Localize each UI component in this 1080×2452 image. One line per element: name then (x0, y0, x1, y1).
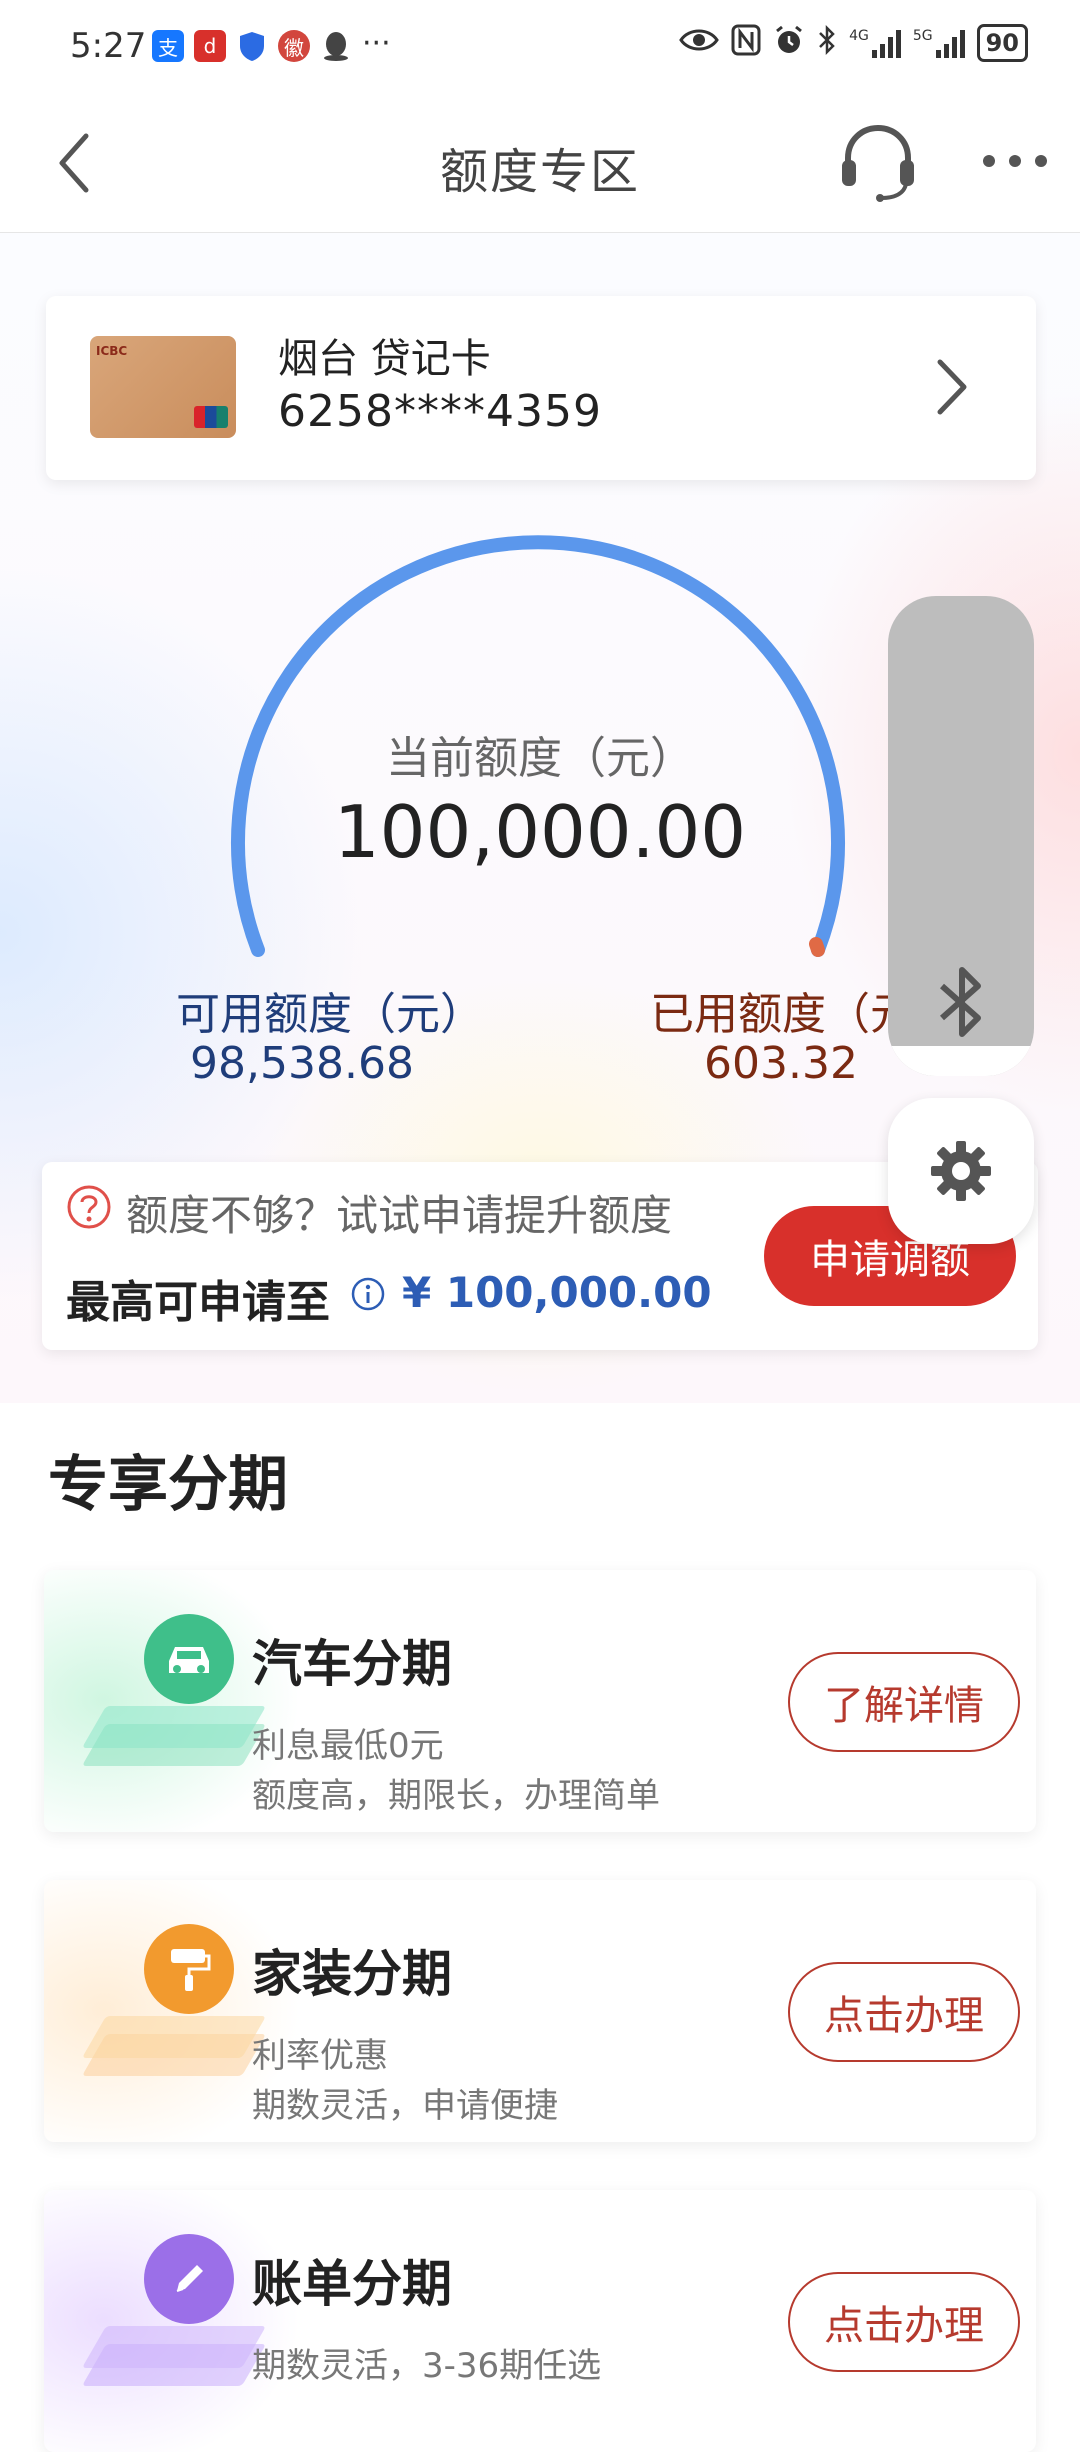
promo-plate (81, 1706, 267, 1748)
battery-icon: 90 (976, 24, 1028, 62)
promo-card-bill[interactable]: 账单分期 期数灵活，3-36期任选 点击办理 (44, 2190, 1036, 2452)
promo-icon-circle (144, 2234, 234, 2324)
info-icon[interactable] (350, 1276, 386, 1312)
icbc-logo: ICBC (96, 344, 128, 358)
status-time: 5:27 (70, 26, 147, 66)
more-icon[interactable] (980, 144, 1050, 178)
signal-icon: 5G (913, 28, 965, 58)
bluetooth-icon (817, 24, 837, 62)
signal-icon: 4G (849, 28, 901, 58)
promo-subtitle: 利息最低0元 (252, 1726, 444, 1766)
gear-icon (931, 1141, 991, 1201)
nfc-icon (731, 24, 761, 62)
promo-illustration (81, 1924, 267, 2094)
promo-button[interactable]: 点击办理 (788, 2272, 1020, 2372)
promo-icon-circle (144, 1614, 234, 1704)
paint-roller-icon (171, 1949, 211, 1991)
promo-card-car[interactable]: 汽车分期 利息最低0元 额度高，期限长，办理简单 了解详情 (44, 1570, 1036, 1832)
chevron-right-icon (932, 352, 972, 422)
promo-title: 家装分期 (252, 1945, 452, 2003)
app-icon: 徽 (278, 30, 310, 62)
promo-title: 账单分期 (252, 2255, 452, 2313)
promo-icon-circle (144, 1924, 234, 2014)
promo-subtitle: 利率优惠 (252, 2036, 388, 2076)
eye-icon (679, 26, 719, 60)
section-title: 专享分期 (48, 1450, 288, 1520)
promo-button[interactable]: 点击办理 (788, 1962, 1020, 2062)
question-icon (66, 1184, 112, 1230)
alarm-icon (773, 24, 805, 62)
promo-plate (81, 2326, 267, 2368)
gauge-used-segment (809, 937, 825, 957)
raise-limit-hint: 额度不够？试试申请提升额度 (126, 1191, 673, 1240)
promo-button[interactable]: 了解详情 (788, 1652, 1020, 1752)
used-limit-value: 603.32 (704, 1038, 858, 1089)
pen-icon (176, 2265, 203, 2292)
network-type-1: 4G (849, 28, 869, 44)
headset-icon[interactable] (838, 122, 918, 202)
promo-illustration (81, 1614, 267, 1784)
card-number: 6258****4359 (278, 386, 602, 437)
page-title: 额度专区 (439, 144, 640, 200)
floating-panel-cap (888, 1046, 1034, 1076)
settings-float-button[interactable] (888, 1098, 1034, 1244)
shield-icon (236, 30, 268, 62)
available-limit-label: 可用额度（元） (176, 989, 484, 1040)
car-icon (169, 1647, 209, 1673)
app-icon: d (194, 30, 226, 62)
status-more: ··· (362, 26, 391, 61)
card-name: 烟台 贷记卡 (278, 336, 491, 382)
app-header: 额度专区 (0, 100, 1080, 234)
alipay-icon: 支 (152, 30, 184, 62)
promo-subtitle: 期数灵活，3-36期任选 (252, 2346, 602, 2386)
qq-icon (320, 30, 352, 62)
promo-description: 额度高，期限长，办理简单 (252, 1776, 660, 1816)
promo-title: 汽车分期 (252, 1635, 452, 1693)
promo-card-home[interactable]: 家装分期 利率优惠 期数灵活，申请便捷 点击办理 (44, 1880, 1036, 2142)
available-limit-value: 98,538.68 (190, 1038, 414, 1089)
unionpay-logo (194, 406, 228, 428)
credit-card-thumbnail: ICBC (90, 336, 236, 438)
card-selector[interactable]: ICBC 烟台 贷记卡 6258****4359 (46, 296, 1036, 480)
status-right-group: 4G 5G 90 (679, 24, 1028, 62)
promo-plate (81, 2016, 267, 2058)
status-bar: 5:27 支 d 徽 ··· 4G 5G 90 (0, 0, 1080, 100)
promo-description: 期数灵活，申请便捷 (252, 2086, 558, 2126)
bluetooth-icon[interactable] (930, 962, 994, 1042)
max-apply-label: 最高可申请至 (66, 1277, 330, 1328)
promo-illustration (81, 2234, 267, 2404)
max-apply-value: ¥ 100,000.00 (402, 1268, 712, 1317)
network-type-2: 5G (912, 28, 933, 44)
